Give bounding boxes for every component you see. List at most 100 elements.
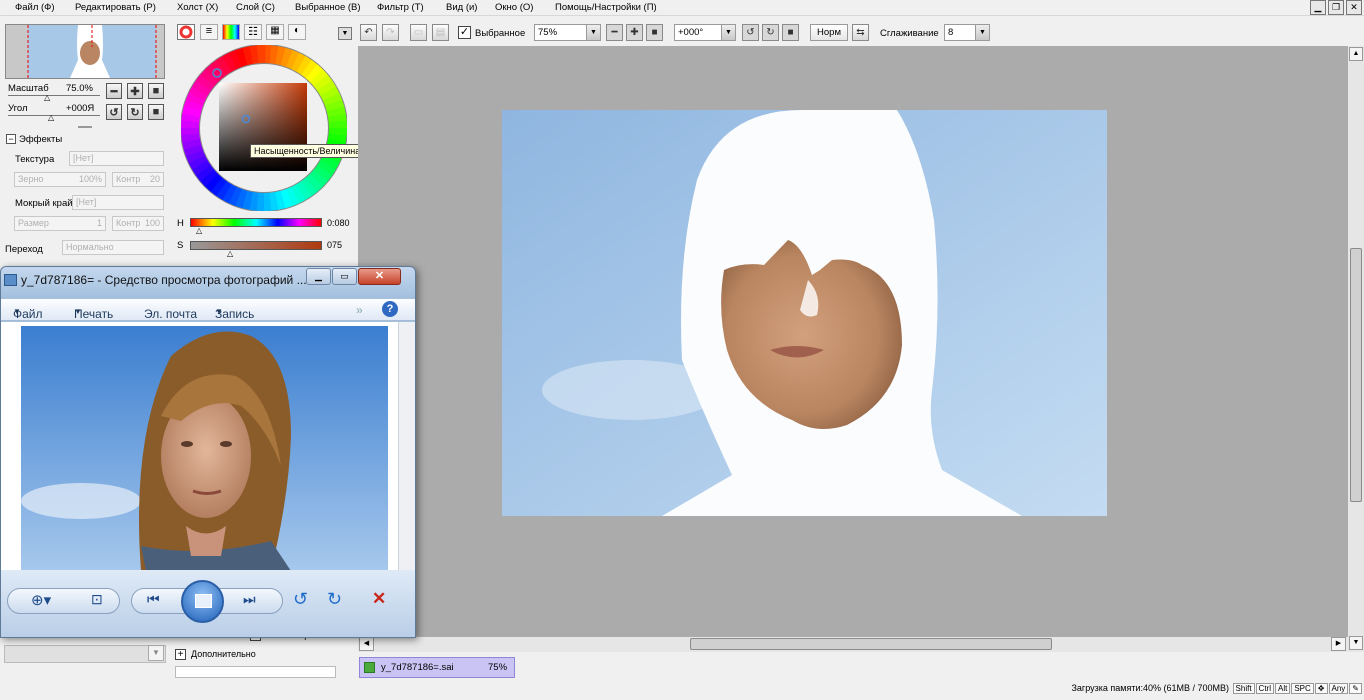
nav-zoom-in-button[interactable]: ✚	[127, 83, 143, 99]
slider-handle-icon: △	[196, 226, 203, 235]
zoom-reset-button[interactable]: ■	[646, 24, 663, 41]
chevron-down-icon: ▼	[975, 25, 989, 40]
brush-list-scroll-area[interactable]	[4, 645, 166, 663]
collapse-effects-button[interactable]: −	[6, 134, 16, 144]
menu-edit[interactable]: Редактировать (Р)	[75, 2, 156, 13]
nav-rotate-left-button[interactable]: ↺	[106, 104, 122, 120]
texture-label: Текстура	[15, 154, 55, 165]
rotate-left-icon[interactable]: ↺	[293, 589, 308, 610]
viewer-menu-burn[interactable]: Запись ▼	[215, 303, 254, 321]
texture-select[interactable]: [Нет]	[69, 151, 164, 166]
document-tab-name: y_7d787186=.sai	[381, 662, 454, 673]
panel-splitter[interactable]	[78, 126, 92, 128]
contrast-field[interactable]: Контр 20	[112, 172, 164, 187]
rotate-right-button[interactable]: ↻	[762, 24, 779, 41]
grain-field[interactable]: Зерно 100%	[14, 172, 106, 187]
scroll-right-button[interactable]: ▶	[1331, 637, 1346, 651]
horizontal-scroll-thumb[interactable]	[690, 638, 1052, 650]
viewer-close-button[interactable]: ✕	[358, 268, 401, 285]
scroll-up-button[interactable]: ▲	[1349, 47, 1363, 61]
panel-menu-button[interactable]: ▼	[338, 27, 352, 40]
sliders-icon: ≡	[205, 25, 213, 37]
slider-handle-icon: △	[48, 113, 55, 122]
expand-more-button[interactable]: +	[175, 649, 186, 660]
document-tab[interactable]: y_7d787186=.sai 75%	[359, 657, 515, 678]
scroll-left-button[interactable]: ◀	[359, 637, 374, 651]
blend-select[interactable]: Нормально	[62, 240, 164, 255]
nav-rotate-reset-button[interactable]: ■	[148, 104, 164, 120]
zoom-out-button[interactable]: ━	[606, 24, 623, 41]
invert-selection-button[interactable]: ▤	[432, 24, 449, 41]
canvas-image[interactable]	[502, 110, 1107, 516]
help-icon[interactable]: ?	[382, 301, 398, 317]
previous-icon[interactable]: ⏮	[147, 591, 160, 608]
scratchpad-tab[interactable]: ◐	[288, 24, 306, 40]
menu-selection[interactable]: Выбранное (В)	[295, 2, 361, 13]
rotate-reset-button[interactable]: ■	[782, 24, 799, 41]
menu-layer[interactable]: Слой (С)	[236, 2, 275, 13]
rotate-left-button[interactable]: ↺	[742, 24, 759, 41]
swatches-tab[interactable]: ▦	[266, 24, 284, 40]
zoom-in-button[interactable]: ✚	[626, 24, 643, 41]
saturation-slider[interactable]	[190, 241, 322, 250]
redo-button[interactable]: ↷	[382, 24, 399, 41]
rotation-combo[interactable]: +000° ▼	[674, 24, 736, 41]
next-icon[interactable]: ⏭	[243, 591, 256, 608]
menu-filter[interactable]: Фильтр (Т)	[377, 2, 424, 13]
menu-file[interactable]: Файл (Ф)	[15, 2, 55, 13]
blend-mode-button[interactable]: Норм	[810, 24, 848, 41]
scroll-down-button[interactable]: ▼	[1349, 636, 1363, 650]
zoom-combo[interactable]: 75% ▼	[534, 24, 601, 41]
overflow-chevron-icon[interactable]: »	[356, 303, 363, 317]
deselect-button[interactable]: ▭	[410, 24, 427, 41]
scroll-down-button[interactable]: ▼	[148, 645, 164, 661]
actual-size-icon[interactable]: ⊡	[91, 591, 103, 608]
zoom-slider[interactable]	[8, 95, 100, 96]
menu-canvas[interactable]: Холст (Х)	[177, 2, 218, 13]
navigator-thumbnail[interactable]	[5, 24, 165, 79]
menu-help[interactable]: Помощь/Настройки (П)	[555, 2, 657, 13]
smoothing-combo[interactable]: 8 ▼	[944, 24, 990, 41]
horizontal-scrollbar[interactable]: ◀ ▶	[358, 637, 1348, 652]
minimize-button[interactable]: ▁	[1310, 0, 1326, 15]
photo-viewer-window[interactable]: y_7d787186= - Средство просмотра фотогра…	[0, 266, 416, 638]
hsv-sliders-tab[interactable]	[222, 24, 240, 40]
rotate-right-icon[interactable]: ↻	[327, 589, 342, 610]
slideshow-button[interactable]	[181, 580, 224, 623]
angle-label: Угол	[8, 103, 28, 114]
color-wheel[interactable]	[181, 45, 347, 211]
size-field[interactable]: Размер 1	[14, 216, 106, 231]
nav-zoom-out-button[interactable]: ━	[106, 83, 122, 99]
viewer-menu-file[interactable]: Файл ▼	[13, 303, 43, 321]
nav-zoom-reset-button[interactable]: ■	[148, 83, 164, 99]
contrast2-field[interactable]: Контр 100	[112, 216, 164, 231]
more-options-label: Дополнительно	[191, 649, 256, 659]
slider-handle-icon: △	[227, 249, 234, 258]
viewer-menu-print[interactable]: Печать ▼	[74, 303, 113, 321]
close-button[interactable]: ✕	[1346, 0, 1362, 15]
vertical-scrollbar[interactable]: ▲ ▼	[1348, 46, 1364, 652]
undo-button[interactable]: ↶	[360, 24, 377, 41]
hue-slider[interactable]	[190, 218, 322, 227]
delete-icon[interactable]: ✕	[372, 589, 386, 609]
shift-key-indicator: Shift	[1232, 683, 1255, 694]
rgb-sliders-tab[interactable]: ≡	[200, 24, 218, 40]
selection-checkbox[interactable]: ✓	[458, 26, 471, 39]
color-palette-tab[interactable]: ☷	[244, 24, 262, 40]
wet-edge-select[interactable]: [Нет]	[72, 195, 164, 210]
maximize-button[interactable]: ❐	[1328, 0, 1344, 15]
viewer-photo[interactable]	[21, 326, 388, 571]
zoom-value: 75.0%	[66, 83, 93, 94]
viewer-minimize-button[interactable]: ▁	[306, 268, 331, 285]
viewer-scrollbar[interactable]	[398, 322, 415, 570]
viewer-maximize-button[interactable]: ▭	[332, 268, 357, 285]
vertical-scroll-thumb[interactable]	[1350, 248, 1362, 502]
menu-window[interactable]: Окно (О)	[495, 2, 533, 13]
flip-icon: ⇆	[856, 27, 865, 38]
zoom-icon[interactable]: ⊕▾	[31, 591, 51, 609]
redo-icon: ↷	[386, 27, 395, 38]
color-wheel-tab[interactable]	[177, 24, 195, 40]
nav-rotate-right-button[interactable]: ↻	[127, 104, 143, 120]
flip-button[interactable]: ⇆	[852, 24, 869, 41]
menu-view[interactable]: Вид (и)	[446, 2, 477, 13]
